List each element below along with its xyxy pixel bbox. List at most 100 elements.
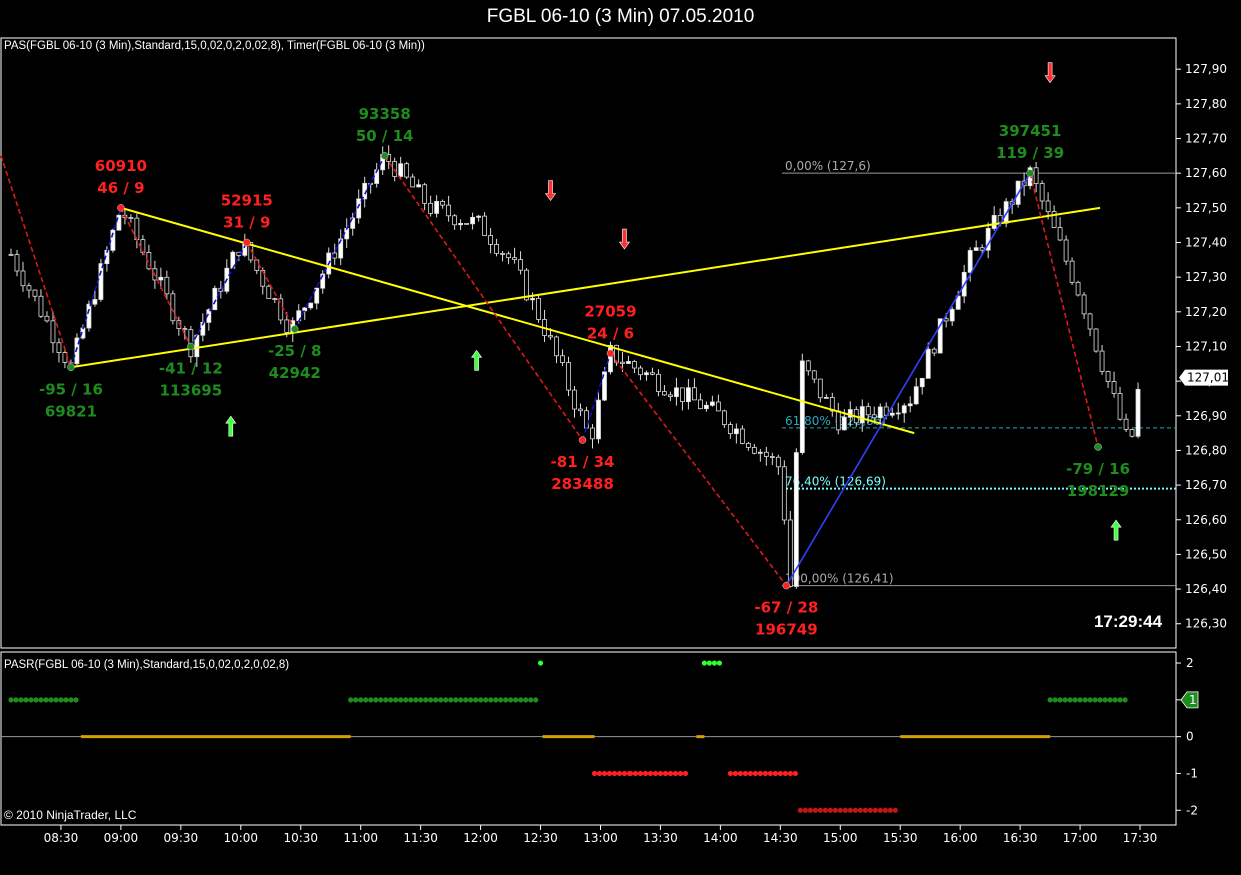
candle-body (739, 428, 745, 444)
x-tick-label: 16:30 (1003, 831, 1038, 845)
candle-body (781, 466, 787, 521)
candle-body (919, 377, 925, 388)
y-tick-label: 127,30 (1185, 270, 1227, 284)
pasr-dot (23, 697, 29, 703)
candle-body (158, 276, 164, 281)
swing-label-top: -41 / 12 (159, 359, 223, 377)
candle-body (979, 247, 985, 251)
candle-body (1045, 200, 1051, 213)
pasr-dot (368, 697, 374, 703)
candle-body (530, 297, 535, 301)
pasr-dot (418, 697, 424, 703)
pasr-dot (877, 807, 883, 813)
pasr-dot (772, 770, 778, 777)
pasr-dot (1087, 697, 1093, 703)
candle-body (1081, 294, 1087, 315)
pasr-dot (398, 697, 404, 703)
pasr-dot (787, 770, 793, 777)
swing-label-bottom: 196749 (755, 621, 818, 639)
pasr-dot (606, 770, 613, 777)
pasr-dot (433, 697, 439, 703)
pasr-dot (428, 697, 434, 703)
sub-y-tick-label: -2 (1186, 803, 1198, 817)
candle-body (266, 285, 272, 299)
pasr-dot (616, 770, 623, 777)
candle-body (841, 416, 847, 431)
candle-body (662, 391, 667, 396)
candle-body (1135, 388, 1141, 437)
pasr-dot (621, 770, 628, 777)
candle-body (626, 361, 631, 364)
price-chart[interactable]: 0,00% (127,6)61,80% (126,86)76,40% (126,… (0, 0, 1241, 875)
pasr-dot (8, 697, 14, 703)
candle-body (656, 373, 661, 392)
candle-body (428, 202, 434, 214)
pasr-dot (1092, 697, 1098, 703)
pasr-dot (403, 697, 409, 703)
pasr-dot (842, 807, 848, 813)
candle-body (434, 201, 440, 214)
fib-label: 100,00% (126,41) (785, 572, 894, 586)
candle-body (38, 295, 44, 317)
pasr-dot (1072, 697, 1078, 703)
pasr-dot (887, 807, 893, 813)
swing-segment (785, 172, 1031, 587)
candle-body (500, 253, 505, 255)
pasr-dot (438, 697, 444, 703)
candle-body (1111, 381, 1117, 394)
sub-y-tick-label: 0 (1186, 730, 1194, 744)
current-price-label: 127,01 (1187, 371, 1229, 385)
x-tick-label: 14:30 (763, 831, 798, 845)
y-tick-label: 126,30 (1185, 617, 1227, 631)
candle-body (284, 319, 290, 333)
x-tick-label: 14:00 (703, 831, 738, 845)
pasr-dot (862, 807, 868, 813)
candle-body (1063, 239, 1069, 262)
pasr-dot (1077, 697, 1083, 703)
pasr-dot (701, 660, 708, 666)
candle-body (56, 342, 62, 353)
candle-body (128, 217, 134, 219)
candle-body (20, 270, 26, 287)
candle-body (644, 372, 649, 376)
pasr-dot (706, 660, 713, 666)
candle-body (26, 285, 32, 291)
candle-body (692, 387, 697, 401)
candle-body (751, 447, 757, 454)
pasr-dot (43, 697, 49, 703)
candle-body (422, 184, 428, 204)
pasr-dot (1117, 697, 1123, 703)
candle-body (835, 410, 841, 431)
candle-body (769, 456, 775, 458)
pasr-dot (777, 770, 783, 777)
candle-body (446, 204, 452, 217)
swing-point (1026, 169, 1034, 177)
pasr-dot (632, 770, 639, 777)
pasr-dot (1047, 697, 1053, 703)
y-tick-label: 126,70 (1185, 478, 1227, 492)
candle-body (536, 297, 541, 320)
candle-body (494, 244, 499, 254)
swing-label-bottom: 119 / 39 (996, 144, 1064, 162)
pasr-dot (358, 697, 364, 703)
candle-body (572, 389, 577, 410)
pasr-dot (827, 807, 833, 813)
candle-body (410, 176, 416, 188)
pasr-dot (642, 770, 649, 777)
swing-label-bottom: 42942 (269, 364, 321, 382)
candle-body (1105, 371, 1111, 383)
pasr-dot (677, 770, 684, 777)
candle-body (931, 348, 937, 354)
candle-body (14, 254, 20, 272)
x-tick-label: 11:30 (403, 831, 438, 845)
pasr-dot (596, 770, 603, 777)
swing-label-top: -79 / 16 (1066, 460, 1130, 478)
pasr-dot (867, 807, 873, 813)
candle-body (98, 263, 104, 300)
candle-body (512, 257, 517, 261)
candle-body (1033, 167, 1039, 184)
pasr-dot (812, 807, 818, 813)
x-tick-label: 08:30 (44, 831, 79, 845)
pasr-dot (662, 770, 669, 777)
pasr-dot (747, 770, 753, 777)
